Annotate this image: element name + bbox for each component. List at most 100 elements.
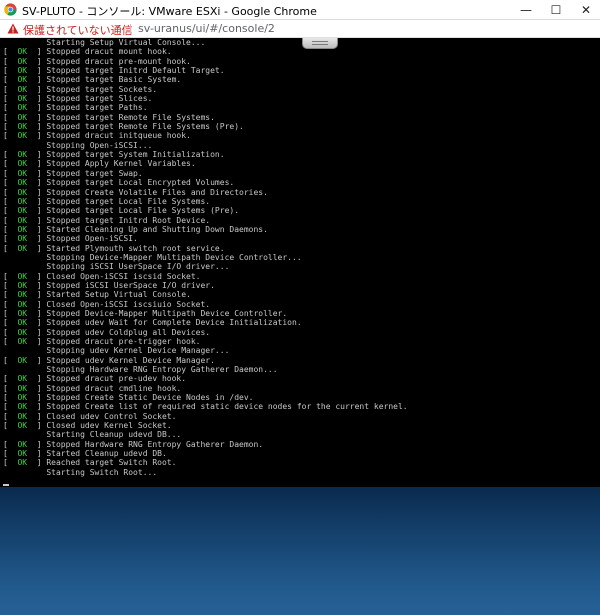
ok-status-badge: OK: [17, 215, 28, 225]
console-status: [ OK ]: [3, 224, 47, 234]
ok-status-badge: OK: [17, 308, 28, 318]
close-button[interactable]: ✕: [572, 0, 600, 20]
console-status: [3, 468, 46, 477]
console-message: Stopped Create Volatile Files and Direct…: [46, 187, 268, 197]
console-message: Stopped target System Initialization.: [46, 150, 225, 160]
console-line: [ OK ] Stopped udev Coldplug all Devices…: [3, 328, 408, 337]
console-status: [ OK ]: [3, 271, 47, 281]
console-log: Starting Setup Virtual Console... [ OK ] …: [3, 38, 408, 477]
console-line: [ OK ] Stopped target Initrd Default Tar…: [3, 66, 408, 75]
console-message: Stopped target Remote File Systems.: [46, 112, 215, 122]
window-title: SV-PLUTO - コンソール: VMware ESXi - Google C…: [22, 5, 317, 18]
console-message: Stopped dracut pre-udev hook.: [46, 374, 187, 384]
console-status: [ OK ]: [3, 66, 47, 76]
console-line: Stopping Hardware RNG Entropy Gatherer D…: [3, 365, 408, 374]
console-status: [ OK ]: [3, 299, 47, 309]
console-message: Stopped target Local File Systems.: [46, 196, 211, 206]
minimize-button[interactable]: —: [512, 0, 540, 20]
ok-status-badge: OK: [17, 243, 28, 253]
chrome-icon: [4, 3, 17, 16]
console-status: [ OK ]: [3, 168, 47, 178]
ok-status-badge: OK: [17, 131, 28, 141]
console-status: [ OK ]: [3, 234, 47, 244]
console-status: [ OK ]: [3, 47, 47, 57]
address-bar[interactable]: 保護されていない通信 sv-uranus/ui/#/console/2: [0, 20, 600, 38]
url-text[interactable]: sv-uranus/ui/#/console/2: [138, 22, 275, 35]
console-status: [ OK ]: [3, 439, 47, 449]
ok-status-badge: OK: [17, 196, 28, 206]
console-line: [ OK ] Stopped dracut pre-mount hook.: [3, 57, 408, 66]
ok-status-badge: OK: [17, 327, 28, 337]
console-status: [ OK ]: [3, 411, 47, 421]
console-status: [ OK ]: [3, 421, 47, 431]
console-message: Stopped iSCSI UserSpace I/O driver.: [46, 280, 215, 290]
ok-status-badge: OK: [17, 159, 28, 169]
console-message: Stopping iSCSI UserSpace I/O driver...: [46, 262, 230, 272]
console-line: [ OK ] Stopped target Local Encrypted Vo…: [3, 178, 408, 187]
ok-status-badge: OK: [17, 299, 28, 309]
console-status: [ OK ]: [3, 187, 47, 197]
console-status: [ OK ]: [3, 103, 47, 113]
console-status: [3, 346, 46, 355]
console-status: [ OK ]: [3, 206, 47, 216]
console-line: Stopping udev Kernel Device Manager...: [3, 346, 408, 355]
console-message: Stopped udev Wait for Complete Device In…: [46, 318, 302, 328]
console-status: [ OK ]: [3, 458, 47, 468]
console-message: Closed udev Control Socket.: [46, 411, 177, 421]
console-status: [ OK ]: [3, 383, 47, 393]
console-line: [ OK ] Closed Open-iSCSI iscsid Socket.: [3, 272, 408, 281]
console-status: [ OK ]: [3, 308, 47, 318]
console-status: [ OK ]: [3, 318, 47, 328]
minimize-icon: —: [520, 3, 532, 17]
warning-triangle-icon[interactable]: [7, 23, 19, 34]
console-status: [ OK ]: [3, 449, 47, 459]
console-line: [ OK ] Stopped target Paths.: [3, 103, 408, 112]
console-line: [ OK ] Stopped Hardware RNG Entropy Gath…: [3, 440, 408, 449]
console-message: Stopped target Initrd Root Device.: [46, 215, 211, 225]
vm-console-screen[interactable]: Starting Setup Virtual Console... [ OK ] …: [0, 38, 600, 487]
console-status: [3, 262, 46, 271]
ok-status-badge: OK: [17, 112, 28, 122]
console-message: Stopped target Basic System.: [46, 75, 182, 85]
console-message: Stopped Open-iSCSI.: [46, 234, 138, 244]
console-line: [ OK ] Stopped Create list of required s…: [3, 402, 408, 411]
ok-status-badge: OK: [17, 458, 28, 468]
ok-status-badge: OK: [17, 439, 28, 449]
ok-status-badge: OK: [17, 355, 28, 365]
console-status: [ OK ]: [3, 94, 47, 104]
console-line: [ OK ] Started Cleanup udevd DB.: [3, 449, 408, 458]
console-message: Stopping udev Kernel Device Manager...: [46, 346, 230, 356]
ok-status-badge: OK: [17, 84, 28, 94]
ok-status-badge: OK: [17, 66, 28, 76]
ok-status-badge: OK: [17, 374, 28, 384]
console-cursor: [3, 484, 9, 486]
console-status: [ OK ]: [3, 355, 47, 365]
console-message: Starting Setup Virtual Console...: [46, 38, 206, 47]
console-line: [ OK ] Stopped target Local File Systems…: [3, 206, 408, 215]
console-status: [ OK ]: [3, 150, 47, 160]
ok-status-badge: OK: [17, 421, 28, 431]
maximize-button[interactable]: ☐: [542, 0, 570, 20]
console-status: [ OK ]: [3, 131, 47, 141]
console-status: [ OK ]: [3, 280, 47, 290]
ok-status-badge: OK: [17, 168, 28, 178]
console-status: [ OK ]: [3, 112, 47, 122]
console-message: Stopped dracut initqueue hook.: [46, 131, 191, 141]
console-line: [ OK ] Stopped target Swap.: [3, 169, 408, 178]
console-status: [ OK ]: [3, 290, 47, 300]
ok-status-badge: OK: [17, 56, 28, 66]
console-message: Stopped target Paths.: [46, 103, 148, 113]
security-status-label[interactable]: 保護されていない通信: [23, 22, 133, 38]
console-status: [ OK ]: [3, 393, 47, 403]
console-message: Stopped Create Static Device Nodes in /d…: [46, 393, 254, 403]
console-message: Stopped target Swap.: [46, 168, 143, 178]
console-line: [ OK ] Started Plymouth switch root serv…: [3, 244, 408, 253]
console-message: Stopped Hardware RNG Entropy Gatherer Da…: [46, 439, 264, 449]
window-title-bar: SV-PLUTO - コンソール: VMware ESXi - Google C…: [0, 0, 600, 20]
console-message: Stopped target Local Encrypted Volumes.: [46, 178, 235, 188]
ok-status-badge: OK: [17, 411, 28, 421]
console-message: Starting Switch Root...: [46, 467, 158, 477]
console-message: Stopped target Remote File Systems (Pre)…: [46, 122, 244, 132]
console-line: Starting Cleanup udevd DB...: [3, 430, 408, 439]
console-message: Stopped dracut mount hook.: [46, 47, 172, 57]
